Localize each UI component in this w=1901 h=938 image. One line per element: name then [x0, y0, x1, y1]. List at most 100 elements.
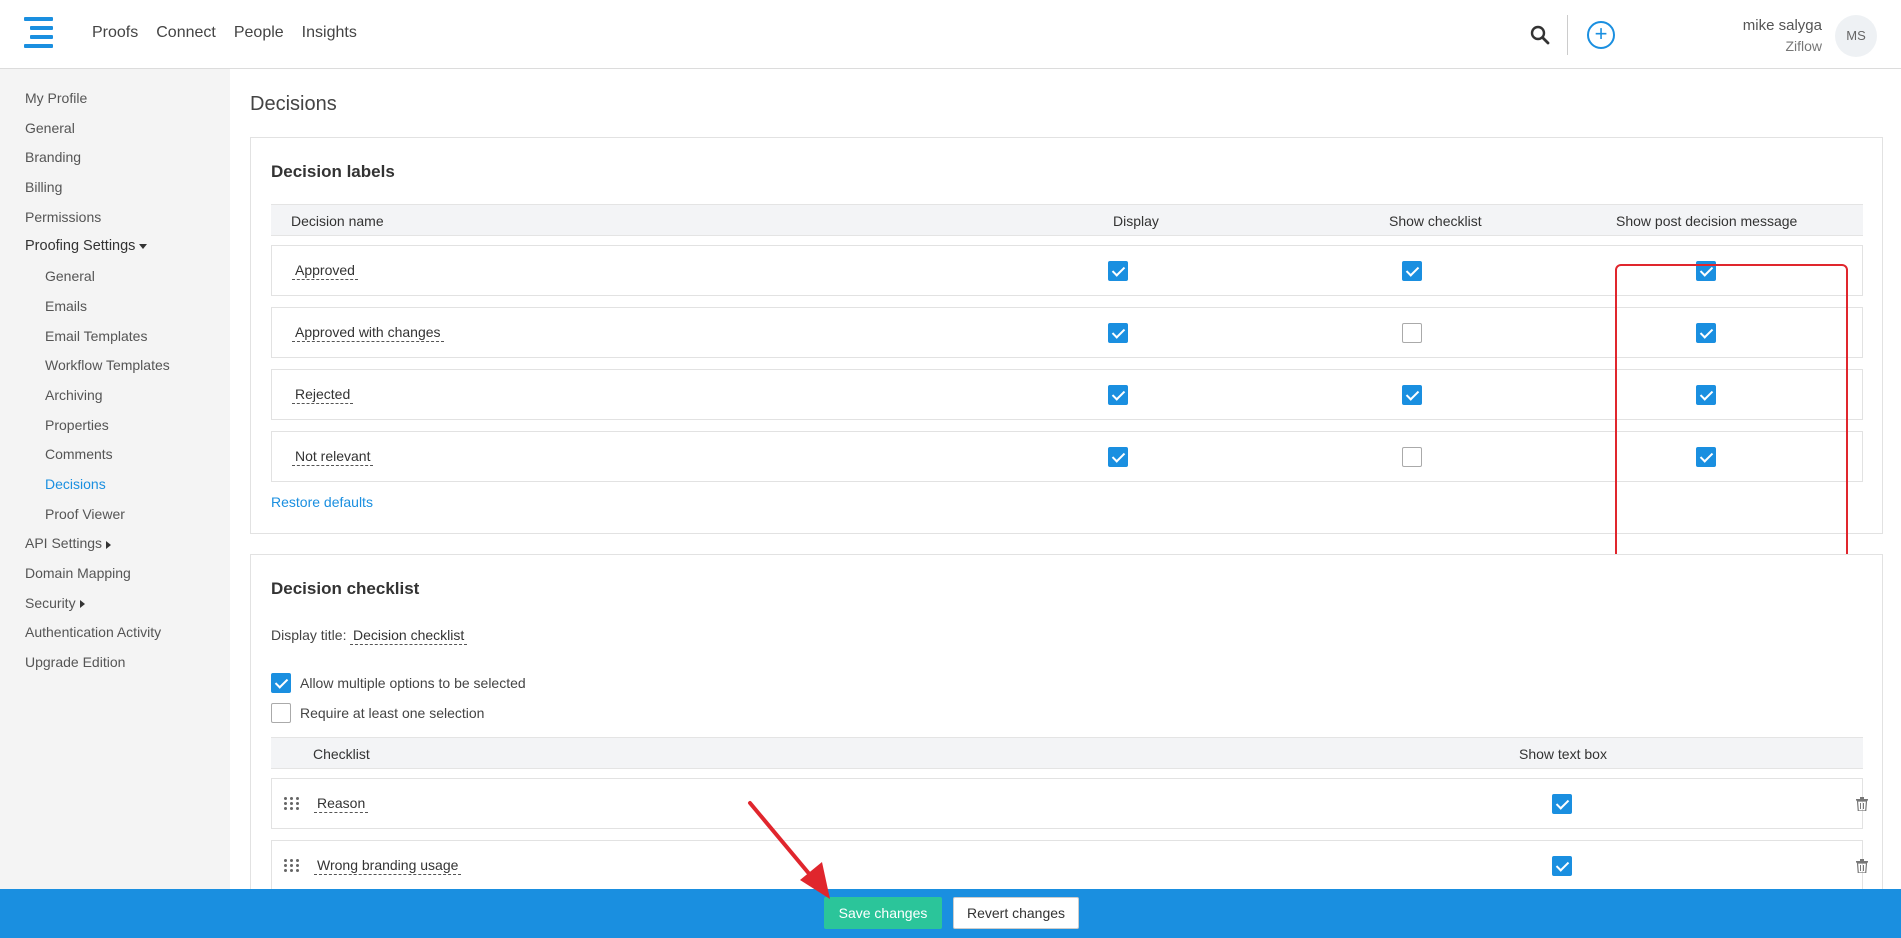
caret-down-icon	[139, 244, 148, 250]
nav-proofs[interactable]: Proofs	[92, 24, 138, 42]
column-checklist: Checklist	[313, 746, 370, 762]
sidebar-item-label: Workflow Templates	[45, 357, 170, 374]
sidebar-item-general[interactable]: General	[0, 117, 230, 147]
sidebar-item-upgrade-edition[interactable]: Upgrade Edition	[0, 651, 230, 681]
nav-insights[interactable]: Insights	[302, 24, 357, 42]
column-decision-name: Decision name	[291, 213, 384, 229]
revert-changes-button[interactable]: Revert changes	[953, 897, 1079, 929]
sidebar-item-label: Archiving	[45, 386, 103, 403]
sidebar-item-security[interactable]: Security	[0, 592, 230, 622]
top-header: Proofs Connect People Insights + mike sa…	[0, 0, 1901, 69]
sidebar-item-authentication-activity[interactable]: Authentication Activity	[0, 621, 230, 651]
sidebar-item-label: Branding	[25, 149, 82, 166]
checklist-item-field[interactable]: Wrong branding usage	[314, 857, 462, 875]
sidebar-item-label: Proofing Settings	[25, 238, 136, 255]
sidebar-item-decisions[interactable]: Decisions	[0, 473, 230, 503]
user-name[interactable]: mike salyga	[1743, 17, 1822, 34]
display-checkbox[interactable]	[1108, 447, 1128, 467]
column-show-checklist: Show checklist	[1389, 213, 1482, 229]
main-content: Decisions Decision labels Decision name …	[230, 69, 1901, 899]
sidebar-item-label: Emails	[45, 297, 88, 314]
show-post-message-checkbox[interactable]	[1696, 447, 1716, 467]
table-row: Rejected	[271, 369, 1863, 420]
table-row: Reason	[271, 778, 1868, 829]
sidebar-item-my-profile[interactable]: My Profile	[0, 87, 230, 117]
show-post-message-checkbox[interactable]	[1696, 323, 1716, 343]
sidebar-item-billing[interactable]: Billing	[0, 176, 230, 206]
sidebar-item-label: General	[45, 268, 95, 285]
sidebar-item-workflow-templates[interactable]: Workflow Templates	[0, 354, 230, 384]
decision-name-field[interactable]: Not relevant	[292, 448, 374, 466]
display-checkbox[interactable]	[1108, 323, 1128, 343]
nav-connect[interactable]: Connect	[156, 24, 216, 42]
sidebar-item-label: Proof Viewer	[45, 505, 125, 522]
add-proof-icon[interactable]: +	[1587, 21, 1615, 49]
sidebar-item-label: Decisions	[45, 475, 106, 492]
nav-people[interactable]: People	[234, 24, 284, 42]
sidebar-item-domain-mapping[interactable]: Domain Mapping	[0, 562, 230, 592]
sidebar-item-properties[interactable]: Properties	[0, 414, 230, 444]
column-show-text-box: Show text box	[1519, 746, 1607, 762]
sidebar-item-proof-viewer[interactable]: Proof Viewer	[0, 503, 230, 533]
avatar[interactable]: MS	[1835, 15, 1877, 57]
column-display: Display	[1113, 213, 1159, 229]
show-checklist-checkbox[interactable]	[1402, 261, 1422, 281]
decision-labels-header: Decision name Display Show checklist Sho…	[271, 204, 1863, 236]
caret-right-icon	[79, 599, 85, 608]
sidebar-item-label: Properties	[45, 416, 109, 433]
sidebar-item-emails[interactable]: Emails	[0, 295, 230, 325]
header-divider	[1567, 15, 1568, 55]
show-checklist-checkbox[interactable]	[1402, 447, 1422, 467]
show-checklist-checkbox[interactable]	[1402, 385, 1422, 405]
sidebar-item-email-templates[interactable]: Email Templates	[0, 325, 230, 355]
sidebar-item-proofing-general[interactable]: General	[0, 265, 230, 295]
allow-multiple-checkbox[interactable]	[271, 673, 291, 693]
ziflow-logo-icon[interactable]	[24, 17, 56, 49]
table-row: Wrong branding usage	[271, 840, 1868, 891]
sidebar-item-archiving[interactable]: Archiving	[0, 384, 230, 414]
drag-handle-icon[interactable]	[284, 797, 300, 811]
sidebar-item-branding[interactable]: Branding	[0, 146, 230, 176]
user-organization: Ziflow	[1785, 38, 1822, 54]
sidebar-item-label: Security	[25, 594, 76, 611]
search-icon[interactable]	[1530, 25, 1550, 45]
sidebar-item-label: Comments	[45, 446, 113, 463]
show-post-message-checkbox[interactable]	[1696, 385, 1716, 405]
decision-checklist-card: Decision checklist Display title: Decisi…	[250, 554, 1883, 899]
decision-labels-title: Decision labels	[271, 162, 395, 181]
checklist-item-field[interactable]: Reason	[314, 795, 369, 813]
decision-name-field[interactable]: Approved	[292, 262, 358, 280]
display-title-field[interactable]: Decision checklist	[350, 627, 468, 645]
column-show-post-decision-message: Show post decision message	[1616, 213, 1798, 229]
sidebar-item-comments[interactable]: Comments	[0, 443, 230, 473]
page-title: Decisions	[250, 93, 337, 115]
show-post-message-checkbox[interactable]	[1696, 261, 1716, 281]
sidebar-item-label: Permissions	[25, 208, 102, 225]
sidebar-item-label: Billing	[25, 179, 63, 196]
require-selection-checkbox[interactable]	[271, 703, 291, 723]
sidebar-item-label: General	[25, 119, 75, 136]
sidebar-item-proofing-settings[interactable]: Proofing Settings	[0, 235, 230, 265]
checklist-header: Checklist Show text box	[271, 737, 1863, 769]
display-checkbox[interactable]	[1108, 385, 1128, 405]
sidebar-item-label: My Profile	[25, 90, 88, 106]
display-checkbox[interactable]	[1108, 261, 1128, 281]
sidebar-item-label: API Settings	[25, 535, 103, 552]
decision-labels-card: Decision labels Decision name Display Sh…	[250, 137, 1883, 562]
sidebar-item-api-settings[interactable]: API Settings	[0, 532, 230, 562]
save-changes-button[interactable]: Save changes	[824, 897, 942, 929]
trash-icon[interactable]	[1856, 859, 1868, 873]
trash-icon[interactable]	[1856, 797, 1868, 811]
decision-name-field[interactable]: Rejected	[292, 386, 354, 404]
decision-name-field[interactable]: Approved with changes	[292, 324, 444, 342]
allow-multiple-label: Allow multiple options to be selected	[300, 675, 526, 691]
drag-handle-icon[interactable]	[284, 859, 300, 873]
display-title-label: Display title:	[271, 627, 347, 643]
sidebar-item-label: Authentication Activity	[25, 624, 162, 641]
settings-sidebar: My Profile General Branding Billing Perm…	[0, 69, 230, 889]
show-text-box-checkbox[interactable]	[1552, 856, 1572, 876]
sidebar-item-permissions[interactable]: Permissions	[0, 206, 230, 236]
show-text-box-checkbox[interactable]	[1552, 794, 1572, 814]
restore-defaults-link[interactable]: Restore defaults	[271, 494, 373, 510]
show-checklist-checkbox[interactable]	[1402, 323, 1422, 343]
